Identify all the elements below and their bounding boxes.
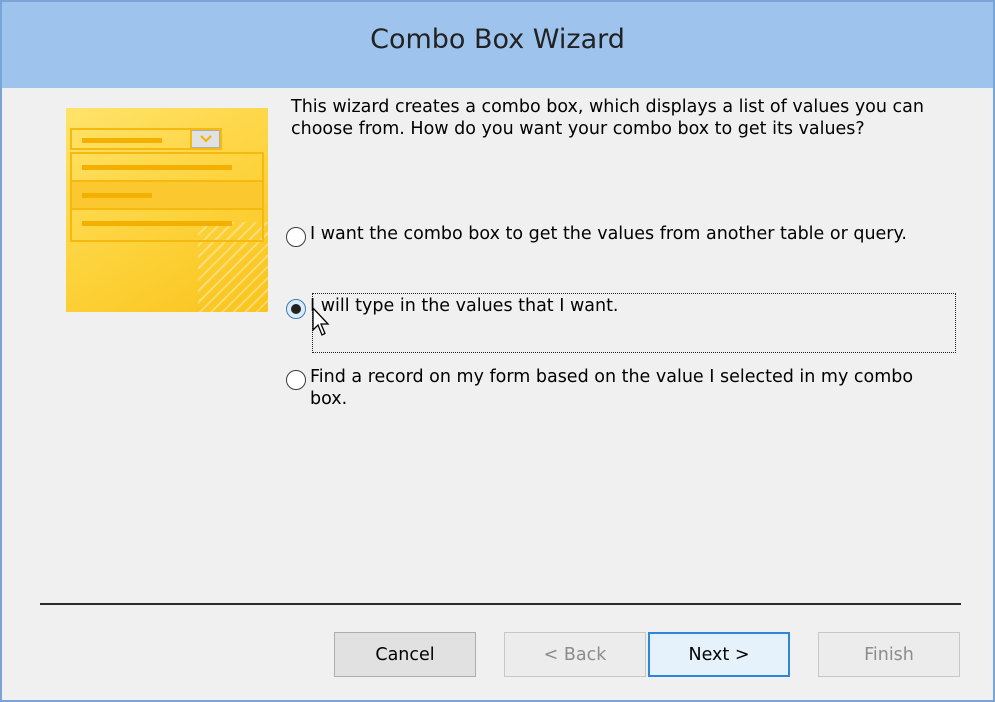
chevron-down-icon	[200, 135, 212, 143]
title-bar[interactable]: Combo Box Wizard	[2, 2, 993, 88]
illustration-list-row	[72, 182, 262, 210]
radio-table-query[interactable]	[286, 227, 306, 247]
next-button[interactable]: Next >	[648, 632, 790, 677]
illustration-dropdown-button	[190, 130, 220, 148]
mouse-cursor-icon	[312, 306, 330, 336]
window-title: Combo Box Wizard	[370, 24, 625, 55]
radio-type-values[interactable]	[286, 299, 306, 319]
illustration-combo	[70, 128, 222, 150]
illustration-combo-bar	[82, 138, 162, 143]
cancel-button[interactable]: Cancel	[334, 632, 476, 677]
wizard-body: This wizard creates a combo box, which d…	[16, 88, 979, 686]
radio-find-record[interactable]	[286, 370, 306, 390]
illustration-list-row	[72, 210, 262, 238]
illustration-list	[70, 152, 264, 242]
button-divider	[40, 603, 961, 605]
option-type-values-label[interactable]: I will type in the values that I want.	[310, 295, 940, 317]
option-table-query-label[interactable]: I want the combo box to get the values f…	[310, 223, 940, 245]
back-button[interactable]: < Back	[504, 632, 646, 677]
option-find-record-label[interactable]: Find a record on my form based on the va…	[310, 366, 940, 410]
combo-box-wizard-window: Combo Box Wizard This wizard creates a c…	[0, 0, 995, 702]
wizard-description: This wizard creates a combo box, which d…	[291, 97, 924, 139]
finish-button[interactable]: Finish	[818, 632, 960, 677]
combo-box-illustration	[66, 108, 268, 312]
illustration-list-row	[72, 154, 262, 182]
